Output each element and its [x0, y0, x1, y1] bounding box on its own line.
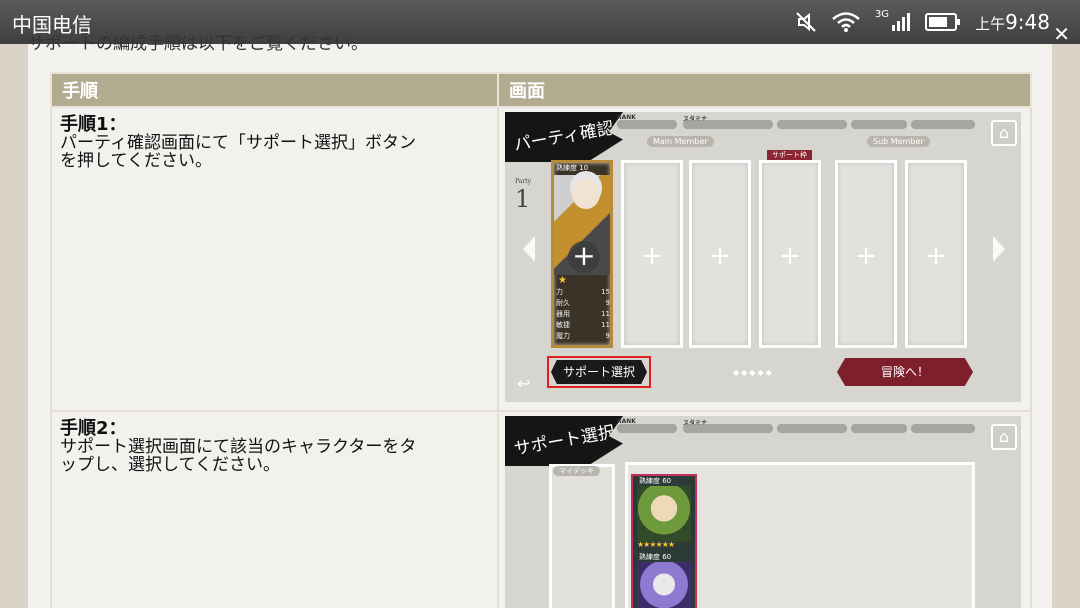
back-icon[interactable]: ↩	[517, 374, 530, 393]
screen-title-badge: パーティ確認	[505, 112, 623, 162]
plus-icon: +	[568, 241, 600, 273]
step-desc-line: を押してください。	[60, 151, 212, 171]
card-level: 熟練度 60	[639, 477, 672, 485]
table-row: 手順2： サポート選択画面にて該当のキャラクターをタ ップし、選択してください。…	[50, 410, 1032, 608]
signal-icon	[891, 12, 911, 32]
plus-icon: +	[779, 241, 801, 271]
chevron-right-icon[interactable]	[993, 236, 1005, 262]
stat-row: 敏捷 11	[556, 321, 610, 329]
blurred-stamina	[683, 424, 773, 433]
char-level: 熟練度 10	[556, 164, 589, 172]
blurred-currency	[777, 120, 847, 129]
stat-row: 魔力 9	[556, 332, 610, 340]
step-screen-cell: パーティ確認 RANK スタミナ ⌂ Main Member Sub Membe…	[497, 106, 1032, 412]
home-icon[interactable]: ⌂	[991, 424, 1017, 450]
step-desc-line: ップし、選択してください。	[60, 455, 280, 475]
star-icon: ★	[558, 275, 567, 286]
party-slot-empty[interactable]: +	[689, 160, 751, 348]
plus-icon: +	[925, 241, 947, 271]
blurred-currency	[777, 424, 847, 433]
table-header-row: 手順 画面	[50, 72, 1032, 108]
party-slot-support[interactable]: +	[759, 160, 821, 348]
header-step: 手順	[50, 72, 499, 108]
party-slot-sub[interactable]: +	[905, 160, 967, 348]
intro-text: サポートの編成手順は以下をご覧ください。	[28, 35, 368, 53]
plus-icon: +	[641, 241, 663, 271]
step-desc-line: パーティ確認画面にて「サポート選択」ボタン	[60, 133, 416, 153]
clock: 上午9:48	[975, 10, 1050, 34]
step-title: 手順2：	[60, 418, 127, 439]
blurred-rank	[617, 424, 677, 433]
char-stats: 力 15 耐久 9 器用 11 敏捷 11 魔力 9	[556, 287, 610, 342]
battery-icon	[925, 12, 961, 32]
party-confirm-screenshot: パーティ確認 RANK スタミナ ⌂ Main Member Sub Membe…	[505, 112, 1021, 402]
plus-icon: +	[709, 241, 731, 271]
adventure-button[interactable]: 冒険へ！	[837, 358, 973, 386]
party-slot-sub[interactable]: +	[835, 160, 897, 348]
blurred-currency	[911, 424, 975, 433]
steps-table: 手順 画面 手順1： パーティ確認画面にて「サポート選択」ボタン を押してくださ…	[50, 72, 1032, 608]
status-icons: 3G 上午9:48	[795, 8, 1050, 36]
blurred-currency	[911, 120, 975, 129]
party-slot-empty[interactable]: +	[621, 160, 683, 348]
blurred-stamina	[683, 120, 773, 129]
stat-row: 器用 11	[556, 310, 610, 318]
clock-time: 9:48	[1005, 10, 1050, 34]
chevron-left-icon[interactable]	[523, 236, 535, 262]
party-number: Party 1	[515, 178, 532, 213]
card-level: 熟練度 60	[639, 553, 672, 561]
my-deck-label: マイデッキ	[553, 466, 600, 476]
blurred-currency	[851, 120, 907, 129]
character-portrait	[637, 562, 691, 608]
step-title: 手順1：	[60, 114, 127, 135]
support-slot-tag: サポート枠	[767, 150, 812, 160]
character-portrait	[637, 486, 691, 542]
step-text-cell: 手順2： サポート選択画面にて該当のキャラクターをタ ップし、選択してください。	[50, 410, 499, 608]
close-icon[interactable]: ✕	[1053, 24, 1070, 44]
stat-row: 力 15	[556, 288, 610, 296]
sub-member-label: Sub Member	[867, 136, 930, 147]
party-slot-character[interactable]: 熟練度 10 + ★ 力 15 耐久 9 器用 11 敏捷 11 魔力 9	[551, 160, 613, 348]
network-type: 3G	[874, 8, 890, 20]
table-row: 手順1： パーティ確認画面にて「サポート選択」ボタン を押してください。 パーテ…	[50, 106, 1032, 412]
support-select-button[interactable]: サポート選択	[547, 356, 651, 388]
my-deck-column	[549, 464, 615, 608]
step-desc-line: サポート選択画面にて該当のキャラクターをタ	[60, 437, 417, 457]
wifi-icon	[831, 11, 861, 33]
step-text-cell: 手順1： パーティ確認画面にて「サポート選択」ボタン を押してください。	[50, 106, 499, 412]
stat-row: 耐久 9	[556, 299, 610, 307]
support-select-screenshot: サポート選択 RANK スタミナ ⌂ マイデッキ 熟練度 60 ★★	[505, 416, 1021, 608]
step-screen-cell: サポート選択 RANK スタミナ ⌂ マイデッキ 熟練度 60 ★★	[497, 410, 1032, 608]
carrier-name: 中国电信	[12, 13, 92, 37]
screen-title-badge: サポート選択	[505, 416, 623, 466]
home-icon[interactable]: ⌂	[991, 120, 1017, 146]
rarity-stars: ★★★★★★	[637, 540, 675, 549]
vibrate-mute-icon	[795, 11, 817, 33]
header-screen: 画面	[497, 72, 1032, 108]
main-member-label: Main Member	[647, 136, 714, 147]
page-indicator-dots: ◆◆◆◆◆	[733, 368, 774, 377]
support-character-card[interactable]: 熟練度 60 ★★★★★★ 熟練度 60	[631, 474, 697, 608]
clock-ampm: 上午	[975, 15, 1006, 33]
web-content: サポートの編成手順は以下をご覧ください。 手順 画面 手順1： パーティ確認画面…	[0, 35, 1080, 608]
plus-icon: +	[855, 241, 877, 271]
blurred-currency	[851, 424, 907, 433]
blurred-rank	[617, 120, 677, 129]
